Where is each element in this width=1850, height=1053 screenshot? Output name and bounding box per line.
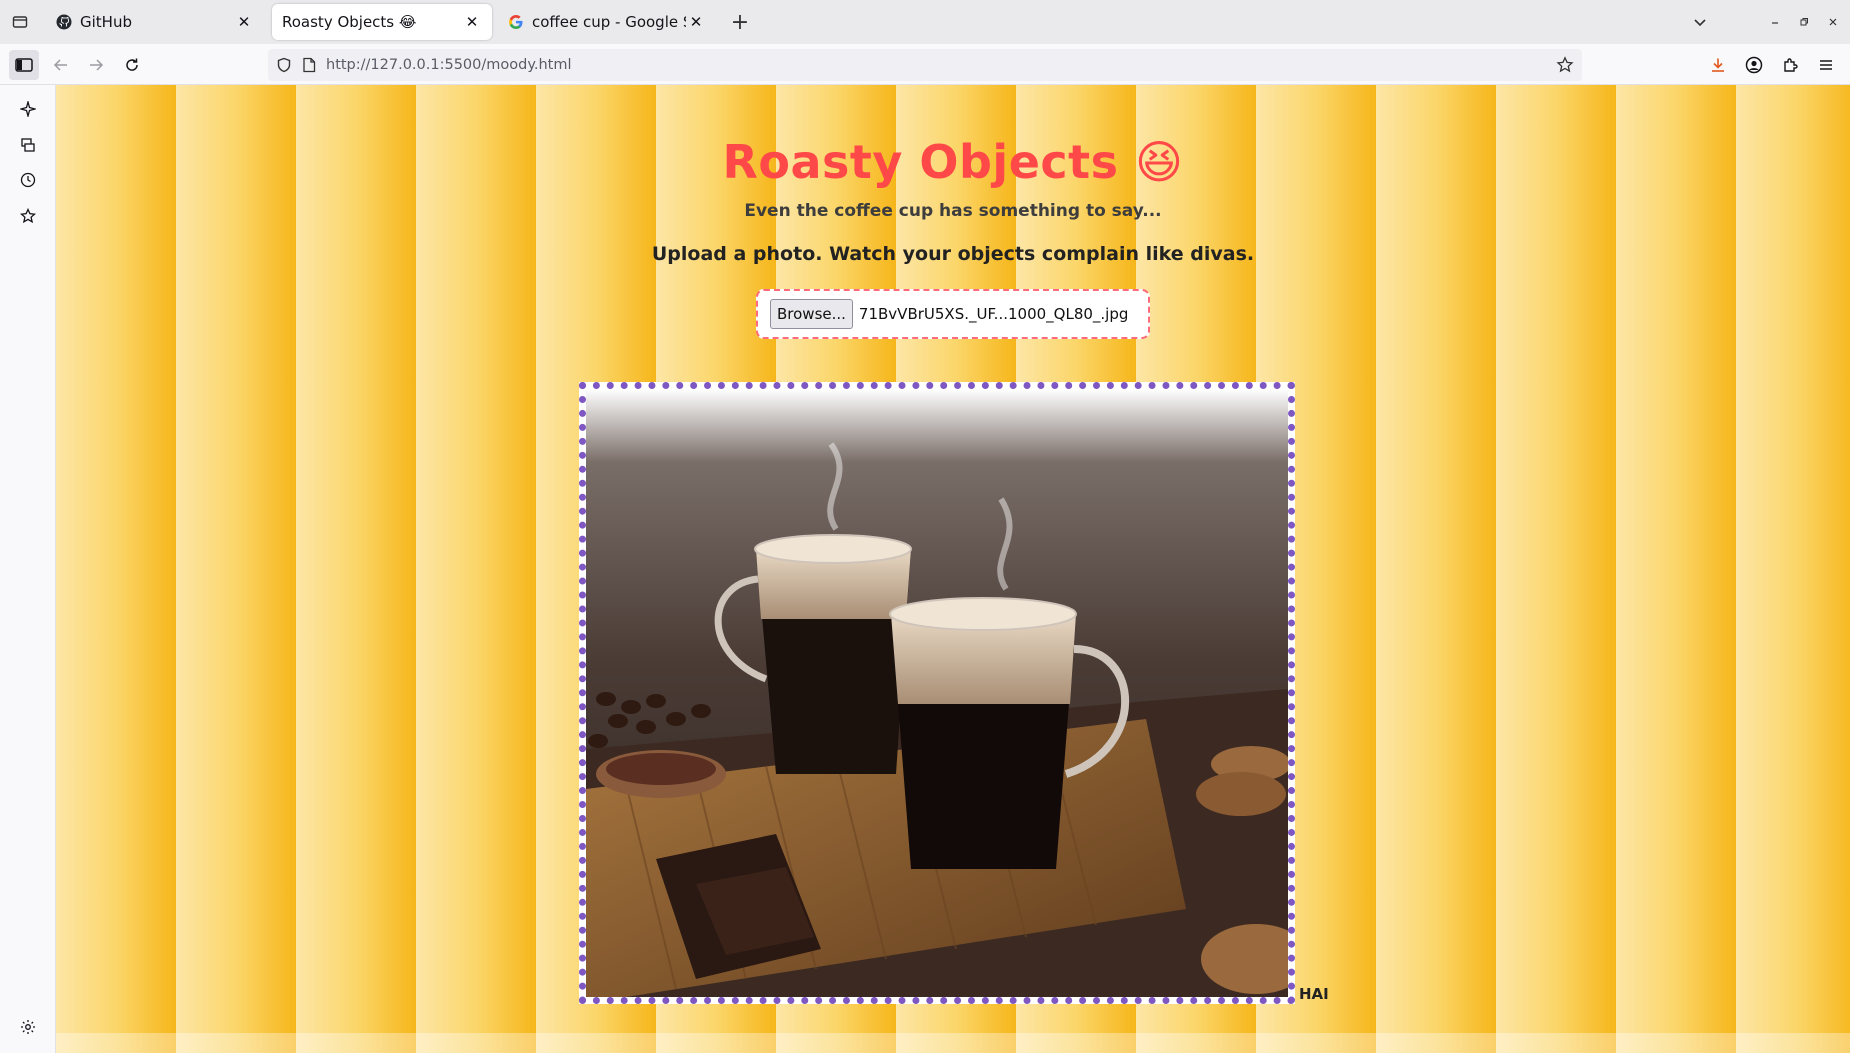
forward-button[interactable] <box>81 50 111 80</box>
reload-button[interactable] <box>117 50 147 80</box>
firefox-view-button[interactable] <box>0 2 40 42</box>
page-subtitle: Even the coffee cup has something to say… <box>744 201 1162 221</box>
file-upload-box[interactable]: Browse... 71BvVBrU5XS._UF...1000_QL80_.j… <box>756 289 1150 339</box>
page-bottom-strip <box>56 1033 1850 1053</box>
firefox-view-icon <box>12 16 28 28</box>
sidebar-toggle-button[interactable] <box>9 50 39 80</box>
back-button[interactable] <box>46 50 76 80</box>
photo-caption: HAI <box>1299 985 1329 1003</box>
address-bar[interactable]: http://127.0.0.1:5500/moody.html <box>268 49 1582 81</box>
puzzle-piece-icon <box>1784 58 1798 72</box>
app-menu-button[interactable] <box>1811 50 1841 80</box>
close-window-icon[interactable] <box>1823 12 1843 32</box>
close-tab-icon[interactable]: ✕ <box>234 12 254 32</box>
tab-roasty-objects[interactable]: Roasty Objects 😂 ✕ <box>272 4 492 40</box>
tab-coffee-cup-search[interactable]: coffee cup - Google Search ✕ <box>498 4 716 40</box>
browse-button[interactable]: Browse... <box>770 299 853 329</box>
url-text: http://127.0.0.1:5500/moody.html <box>326 57 572 73</box>
sidebar-settings-gear-icon[interactable] <box>14 1013 42 1041</box>
close-tab-icon[interactable]: ✕ <box>462 12 482 32</box>
back-arrow-icon <box>53 59 67 71</box>
tab-github[interactable]: GitHub ✕ <box>46 4 264 40</box>
bookmark-star-icon[interactable] <box>1556 56 1574 74</box>
page-info-icon[interactable] <box>302 57 316 73</box>
extensions-button[interactable] <box>1775 50 1805 80</box>
navigation-toolbar: http://127.0.0.1:5500/moody.html <box>0 44 1850 85</box>
tracking-protection-shield-icon[interactable] <box>276 57 292 73</box>
synced-tabs-icon[interactable] <box>14 131 42 159</box>
reload-icon <box>126 58 138 71</box>
tab-title: Roasty Objects 😂 <box>282 13 417 31</box>
upload-instructions: Upload a photo. Watch your objects compl… <box>651 243 1255 265</box>
forward-arrow-icon <box>90 59 104 71</box>
tab-strip: GitHub ✕ Roasty Objects 😂 ✕ coffee cup -… <box>0 0 1850 44</box>
account-button[interactable] <box>1739 50 1769 80</box>
account-icon <box>1745 56 1763 74</box>
tab-title: coffee cup - Google Search <box>532 13 686 31</box>
history-clock-icon[interactable] <box>14 166 42 194</box>
downloads-button[interactable] <box>1703 50 1733 80</box>
new-tab-plus-icon[interactable]: + <box>728 10 752 35</box>
selected-file-name: 71BvVBrU5XS._UF...1000_QL80_.jpg <box>858 305 1129 323</box>
page-content: Roasty Objects 😆 Even the coffee cup has… <box>56 85 1850 1053</box>
uploaded-photo-coffee-cups <box>586 389 1288 997</box>
tab-title: GitHub <box>80 13 132 31</box>
close-tab-icon[interactable]: ✕ <box>686 12 706 32</box>
page-title: Roasty Objects 😆 <box>722 135 1184 189</box>
browser-sidebar <box>0 85 56 1053</box>
bookmarks-star-icon[interactable] <box>14 202 42 230</box>
google-icon <box>508 14 524 30</box>
ai-chatbot-sparkle-icon[interactable] <box>14 95 42 123</box>
download-icon <box>1712 58 1724 72</box>
hamburger-menu-icon <box>1820 60 1832 70</box>
minimize-window-icon[interactable] <box>1765 12 1785 32</box>
sidebar-icon <box>15 58 33 72</box>
list-all-tabs-chevron-icon[interactable] <box>1688 10 1712 34</box>
restore-window-icon[interactable] <box>1794 12 1814 32</box>
github-icon <box>56 14 72 30</box>
uploaded-photo-frame <box>579 382 1295 1004</box>
